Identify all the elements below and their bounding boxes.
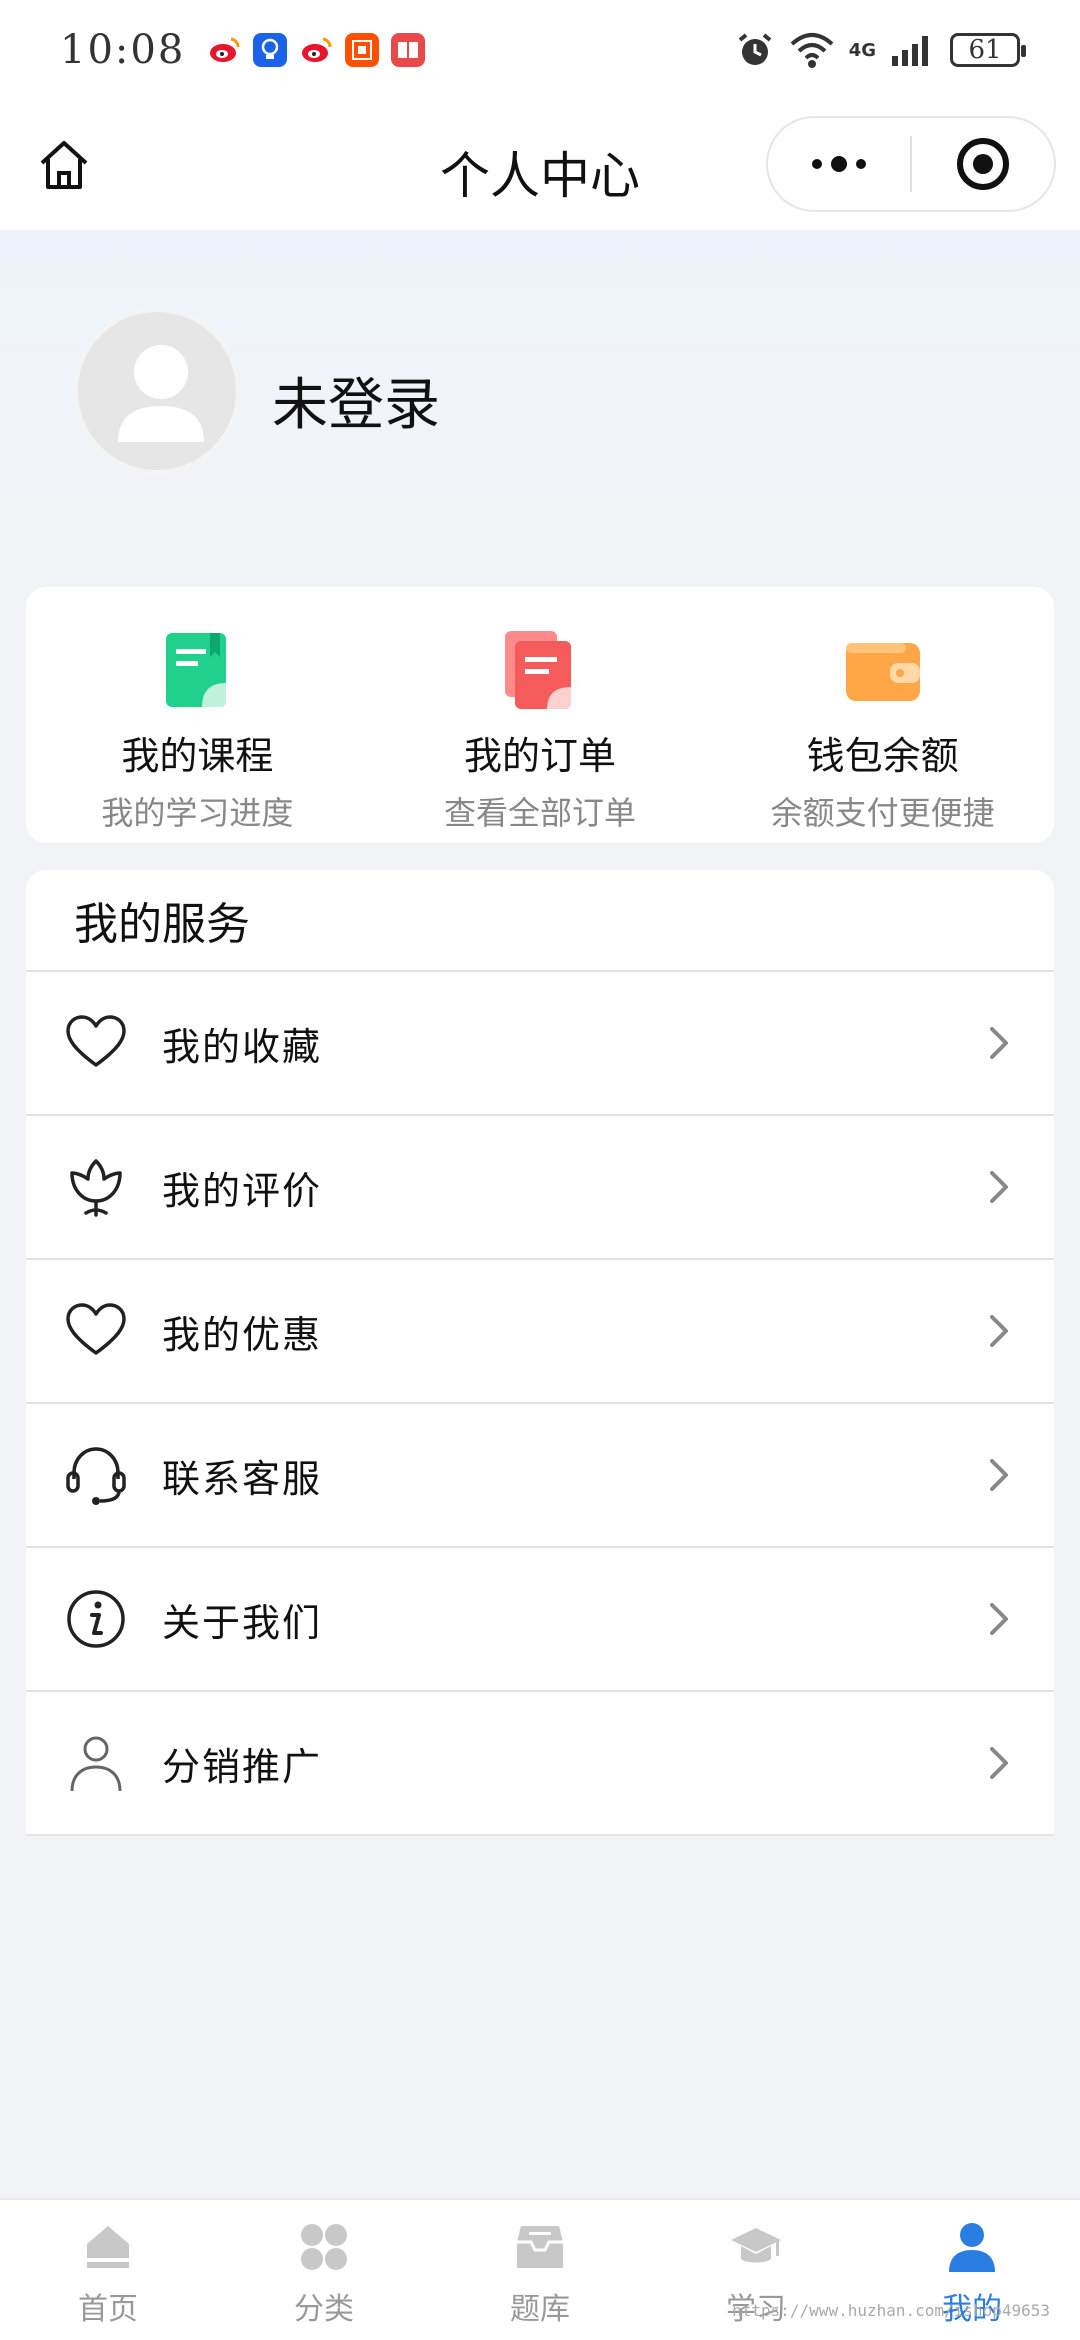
quick-item-orders[interactable]: 我的订单 查看全部订单	[369, 587, 712, 843]
alarm-icon	[738, 33, 771, 65]
nav-bar: 个人中心	[0, 100, 1080, 230]
login-status[interactable]: 未登录	[272, 360, 440, 441]
document-icon	[505, 631, 571, 709]
book-icon	[166, 633, 227, 707]
tab-label: 首页	[78, 2292, 138, 2327]
chevron-right-icon	[990, 1459, 1008, 1491]
service-item-favorites[interactable]: 我的收藏	[26, 972, 1054, 1116]
heart-icon	[66, 1303, 126, 1355]
service-label: 我的收藏	[162, 1024, 323, 1069]
signal-icon	[892, 36, 928, 66]
reader-app-icon	[391, 33, 426, 67]
tab-home[interactable]: 首页	[0, 2200, 216, 2340]
user-icon	[70, 1736, 122, 1792]
taobao-icon	[345, 33, 380, 67]
chevron-right-icon	[990, 1603, 1008, 1635]
quick-label: 我的课程	[121, 734, 274, 778]
chevron-right-icon	[990, 1171, 1008, 1203]
target-icon	[957, 138, 1009, 190]
watermark: https://www.huzhan.com/ishop49653	[732, 2301, 1050, 2320]
wallet-icon	[845, 643, 920, 701]
quick-sub: 我的学习进度	[101, 794, 294, 832]
service-item-reviews[interactable]: 我的评价	[26, 1116, 1054, 1260]
status-time: 10:08	[60, 27, 186, 73]
tab-category[interactable]: 分类	[216, 2200, 432, 2340]
service-label: 分销推广	[162, 1744, 323, 1789]
tab-label: 分类	[294, 2292, 354, 2327]
service-label: 我的评价	[162, 1168, 323, 1213]
home-icon	[87, 2226, 129, 2268]
close-program-button[interactable]	[912, 118, 1054, 210]
profile-header: 未登录	[0, 230, 1080, 580]
user-icon	[949, 2223, 995, 2272]
wifi-icon	[790, 33, 834, 68]
graduation-cap-icon	[731, 2228, 781, 2263]
tab-label: 题库	[510, 2292, 570, 2327]
quick-label: 我的订单	[464, 734, 617, 778]
services-title: 我的服务	[26, 870, 1054, 972]
inbox-icon	[517, 2226, 563, 2268]
service-label: 我的优惠	[162, 1312, 323, 1357]
info-icon	[67, 1590, 125, 1648]
battery-indicator: 61	[950, 33, 1026, 67]
quick-item-wallet[interactable]: 钱包余额 余额支付更便捷	[711, 587, 1054, 843]
lightbulb-app-icon	[253, 33, 288, 67]
service-item-coupons[interactable]: 我的优惠	[26, 1260, 1054, 1404]
headset-icon	[66, 1447, 126, 1505]
more-dots-icon	[812, 156, 866, 172]
default-avatar-icon	[118, 345, 204, 442]
grid-icon	[301, 2224, 347, 2270]
quick-sub: 余额支付更便捷	[770, 794, 995, 832]
services-panel: 我的服务 我的收藏 我的评价 我的优惠 联系客服 关于我们 分销推广	[26, 870, 1054, 1836]
more-button[interactable]	[768, 118, 910, 210]
quick-item-courses[interactable]: 我的课程 我的学习进度	[26, 587, 369, 843]
service-label: 关于我们	[162, 1600, 323, 1645]
screen: 10:08 4G 61 个人中心 未登录 我的课程 我的学习进度 我的订单 查看…	[0, 0, 1080, 2340]
mini-program-capsule	[766, 116, 1056, 212]
service-item-support[interactable]: 联系客服	[26, 1404, 1054, 1548]
avatar[interactable]	[74, 308, 240, 474]
tab-question-bank[interactable]: 题库	[432, 2200, 648, 2340]
quick-sub: 查看全部订单	[444, 794, 637, 832]
service-item-about[interactable]: 关于我们	[26, 1548, 1054, 1692]
chevron-right-icon	[990, 1747, 1008, 1779]
chevron-right-icon	[990, 1315, 1008, 1347]
service-label: 联系客服	[162, 1456, 323, 1501]
chevron-right-icon	[990, 1027, 1008, 1059]
quick-access-card: 我的课程 我的学习进度 我的订单 查看全部订单 钱包余额 余额支付更便捷	[26, 587, 1054, 843]
service-item-distribution[interactable]: 分销推广	[26, 1692, 1054, 1836]
weibo-icon	[207, 33, 242, 67]
status-bar: 10:08 4G 61	[0, 0, 1080, 100]
heart-icon	[66, 1015, 126, 1067]
network-type: 4G	[848, 39, 876, 61]
weibo-icon-2	[299, 33, 334, 67]
status-right: 4G 61	[735, 30, 1026, 70]
tulip-icon	[70, 1159, 122, 1217]
quick-label: 钱包余额	[806, 734, 959, 778]
